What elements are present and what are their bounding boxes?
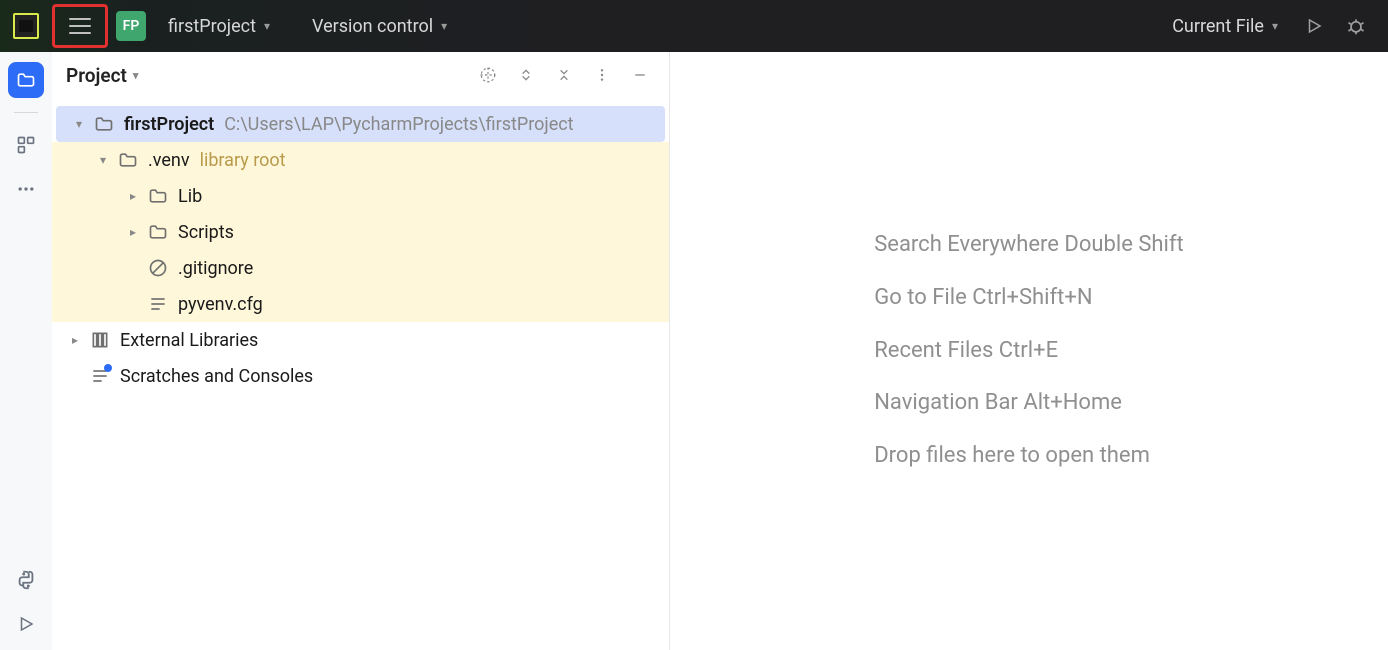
- tree-node-label: External Libraries: [120, 330, 258, 351]
- tree-node-lib[interactable]: ▸ Lib: [52, 178, 669, 214]
- folder-icon: [148, 186, 168, 206]
- left-rail: [0, 52, 52, 650]
- version-control-label: Version control: [312, 16, 433, 37]
- project-panel: Project ▾ ▾: [52, 52, 670, 650]
- collapse-all-button[interactable]: [549, 60, 579, 90]
- kebab-icon: [594, 67, 610, 83]
- project-panel-header: Project ▾: [52, 52, 669, 98]
- debug-button[interactable]: [1338, 8, 1374, 44]
- panel-options-button[interactable]: [587, 60, 617, 90]
- library-root-hint: library root: [200, 150, 286, 171]
- project-tree: ▾ firstProject C:\Users\LAP\PycharmProje…: [52, 98, 669, 394]
- hint-recent-files: Recent Files Ctrl+E: [874, 325, 1184, 378]
- chevron-right-icon: ▸: [124, 189, 142, 203]
- python-console-button[interactable]: [8, 562, 44, 598]
- editor-hints: Search Everywhere Double Shift Go to Fil…: [874, 219, 1184, 483]
- tree-node-scripts[interactable]: ▸ Scripts: [52, 214, 669, 250]
- hint-navigation-bar: Navigation Bar Alt+Home: [874, 377, 1184, 430]
- tree-node-label: .gitignore: [178, 258, 253, 279]
- tree-node-scratches[interactable]: ▸ Scratches and Consoles: [52, 358, 669, 394]
- main-menu-button[interactable]: [52, 4, 108, 48]
- play-icon: [1305, 17, 1323, 35]
- hint-search-everywhere: Search Everywhere Double Shift: [874, 219, 1184, 272]
- version-control-dropdown[interactable]: Version control ▾: [300, 10, 459, 43]
- editor-drop-area[interactable]: Search Everywhere Double Shift Go to Fil…: [670, 52, 1388, 650]
- text-file-icon: [148, 294, 168, 314]
- library-icon: [90, 330, 110, 350]
- folder-icon: [118, 150, 138, 170]
- ellipsis-icon: [16, 179, 36, 199]
- python-icon: [15, 569, 37, 591]
- folder-icon: [148, 222, 168, 242]
- project-panel-title-dropdown[interactable]: Project ▾: [66, 64, 138, 87]
- expand-icon: [518, 67, 534, 83]
- select-opened-file-button[interactable]: [473, 60, 503, 90]
- chevron-down-icon: ▾: [133, 69, 139, 82]
- chevron-down-icon: ▾: [94, 153, 112, 167]
- structure-icon: [16, 135, 36, 155]
- play-icon: [17, 615, 35, 633]
- pycharm-logo: [0, 0, 52, 52]
- tree-node-path: C:\Users\LAP\PycharmProjects\firstProjec…: [224, 114, 573, 135]
- collapse-icon: [556, 67, 572, 83]
- pycharm-icon: [13, 13, 39, 39]
- rail-divider: [14, 112, 38, 113]
- tree-node-label: Scripts: [178, 222, 234, 243]
- folder-icon: [16, 70, 36, 90]
- target-icon: [479, 66, 497, 84]
- project-name-label: firstProject: [168, 16, 256, 37]
- hide-panel-button[interactable]: [625, 60, 655, 90]
- project-dropdown[interactable]: firstProject ▾: [156, 10, 282, 43]
- chevron-down-icon: ▾: [264, 19, 270, 33]
- run-button[interactable]: [1296, 8, 1332, 44]
- more-tool-button[interactable]: [8, 171, 44, 207]
- project-badge: FP: [116, 11, 146, 41]
- structure-tool-button[interactable]: [8, 127, 44, 163]
- hint-go-to-file: Go to File Ctrl+Shift+N: [874, 272, 1184, 325]
- tree-node-external-libraries[interactable]: ▸ External Libraries: [52, 322, 669, 358]
- tree-node-pyvenv[interactable]: ▸ pyvenv.cfg: [52, 286, 669, 322]
- topbar-right: Current File ▾: [1160, 8, 1388, 44]
- chevron-right-icon: ▸: [124, 225, 142, 239]
- tree-node-venv[interactable]: ▾ .venv library root: [52, 142, 669, 178]
- chevron-down-icon: ▾: [1272, 19, 1278, 33]
- chevron-right-icon: ▸: [66, 333, 84, 347]
- tree-node-label: Scratches and Consoles: [120, 366, 313, 387]
- project-panel-title-label: Project: [66, 64, 127, 87]
- tree-node-label: Lib: [178, 186, 202, 207]
- tree-node-label: .venv: [148, 150, 190, 171]
- hint-drop-files: Drop files here to open them: [874, 430, 1184, 483]
- tree-node-gitignore[interactable]: ▸ .gitignore: [52, 250, 669, 286]
- chevron-down-icon: ▾: [441, 19, 447, 33]
- tree-node-label: firstProject: [124, 114, 214, 135]
- tree-node-label: pyvenv.cfg: [178, 294, 263, 315]
- run-target-label: Current File: [1172, 16, 1264, 37]
- run-tool-button[interactable]: [8, 606, 44, 642]
- topbar: FP firstProject ▾ Version control ▾ Curr…: [0, 0, 1388, 52]
- bug-icon: [1346, 16, 1366, 36]
- folder-icon: [94, 114, 114, 134]
- scratches-icon: [90, 366, 110, 386]
- ignored-file-icon: [148, 258, 168, 278]
- minimize-icon: [632, 67, 648, 83]
- hamburger-icon: [69, 18, 91, 34]
- project-tool-button[interactable]: [8, 62, 44, 98]
- run-target-dropdown[interactable]: Current File ▾: [1160, 10, 1290, 43]
- tree-node-project-root[interactable]: ▾ firstProject C:\Users\LAP\PycharmProje…: [56, 106, 665, 142]
- chevron-down-icon: ▾: [70, 117, 88, 131]
- expand-all-button[interactable]: [511, 60, 541, 90]
